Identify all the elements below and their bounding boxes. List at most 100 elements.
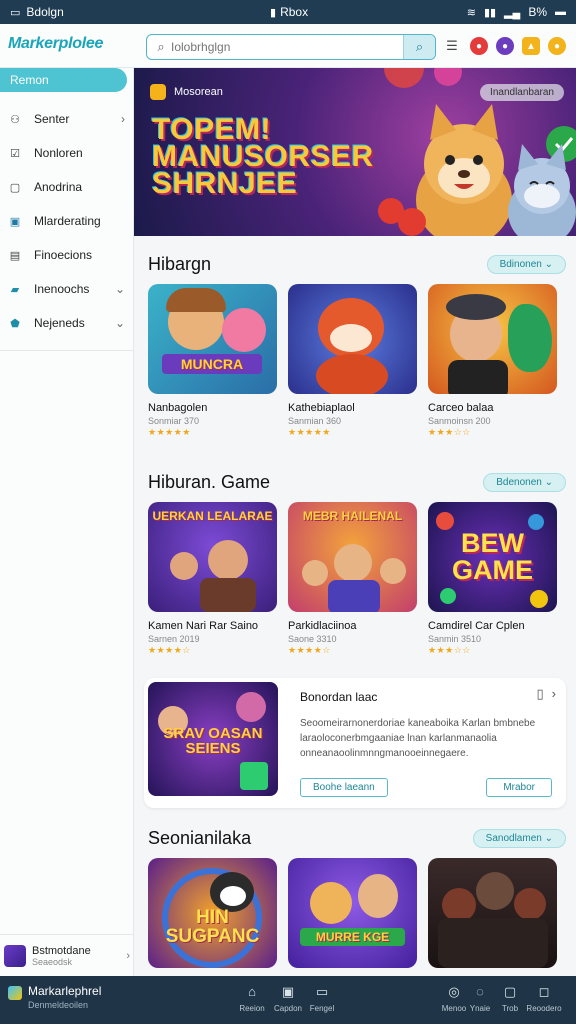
game-subtitle: Sanmoinsn 200 xyxy=(428,416,491,426)
home-icon: ⌂ xyxy=(248,984,256,999)
hero-title: TOPEM! MANUSORSER SHRNJEE xyxy=(152,113,374,200)
cart-icon[interactable]: ▲ xyxy=(522,37,540,55)
game-icon xyxy=(150,84,166,100)
tag-icon: ⬟ xyxy=(10,317,20,330)
see-more-button[interactable]: Sanodlamen ⌄ xyxy=(472,828,566,848)
notification-icon[interactable]: ● xyxy=(470,37,488,55)
sidebar-item-anodrina[interactable]: ▢ Anodrina xyxy=(0,170,133,204)
featured-game-card[interactable]: SRAV OASAN SEIENS Bonordan laac ▯ › Seoo… xyxy=(144,678,566,808)
game-thumbnail: HIN SUGPANC xyxy=(148,858,277,968)
avatar xyxy=(4,944,26,967)
hero-tag-label: Mosorean xyxy=(174,86,223,98)
see-more-label: Sanodlamen xyxy=(485,832,542,844)
document-icon: ▢ xyxy=(9,181,21,194)
bottom-nav-item[interactable]: ▭ Fengel xyxy=(300,985,344,1014)
bottom-nav-label: Fengel xyxy=(309,1004,335,1013)
bottom-nav-item[interactable]: ◻ Reoodero xyxy=(522,984,566,1014)
sidebar-item-nejeneds[interactable]: ⬟ Nejeneds ⌄ xyxy=(0,306,133,340)
grid-menu-icon[interactable]: ☰ xyxy=(442,37,462,55)
game-subtitle: Saone 3310 xyxy=(288,634,337,644)
signal-icon: ▮▮ xyxy=(483,6,497,19)
featured-secondary-button[interactable]: Mrabor xyxy=(486,778,552,797)
bookmark-icon[interactable]: ▯ xyxy=(537,686,544,702)
chevron-right-icon[interactable]: › xyxy=(552,686,556,702)
battery-icon: ▬ xyxy=(555,6,566,18)
search-box[interactable]: ⌕ ⌕ xyxy=(146,34,436,60)
star-rating: ★★★☆☆ xyxy=(428,645,471,655)
bookmark-icon: ▢ xyxy=(503,984,517,999)
game-card[interactable]: BEW GAME Camdirel Car Cplen Sanmin 3510 … xyxy=(428,502,557,656)
game-thumbnail: MUNCRA xyxy=(148,284,277,394)
search-button[interactable]: ⌕ xyxy=(403,35,435,59)
section-title: Hibargn xyxy=(148,253,212,274)
star-rating: ★★★★★ xyxy=(148,427,191,437)
search-button-icon: ⌕ xyxy=(415,39,424,54)
game-thumbnail: MURRE KGE xyxy=(288,858,417,968)
sidebar-item-mlarderating[interactable]: ▣ Mlarderating xyxy=(0,204,133,238)
sidebar-item-active[interactable]: Remon xyxy=(0,68,127,92)
sidebar-item-label: Nejeneds xyxy=(34,316,85,330)
thumbnail-art-text: MURRE KGE xyxy=(300,928,405,946)
game-card[interactable]: HIN SUGPANC xyxy=(148,858,277,976)
sidebar-item-label: Senter xyxy=(34,112,70,126)
search-input[interactable] xyxy=(171,40,403,54)
thumbnail-art-text: UERKAN LEALARAE xyxy=(152,509,273,523)
thumbnail-art-text: MUNCRA xyxy=(162,354,262,374)
sidebar-item-label: Nonloren xyxy=(34,146,83,160)
see-more-label: Bdenonen xyxy=(496,476,542,488)
user-icon[interactable]: ● xyxy=(496,37,514,55)
game-subtitle: Sonmiar 370 xyxy=(148,416,200,426)
status-bar: ▭ Bdolgn ▮ Rbox ≋ ▮▮ ▂▄ B% ▬ xyxy=(0,0,576,24)
app-switch-icon: ▭ xyxy=(10,6,21,19)
chevron-down-icon: ⌄ xyxy=(114,316,125,330)
game-thumbnail: BEW GAME xyxy=(428,502,557,612)
sidebar-item-nonloren[interactable]: ☑ Nonloren xyxy=(0,136,133,170)
game-card[interactable]: MUNCRA Nanbagolen Sonmiar 370 ★★★★★ xyxy=(148,284,277,438)
wifi-icon: ≋ xyxy=(466,6,476,19)
game-subtitle: Sanmin 3510 xyxy=(428,634,482,644)
section-title: Seonianilaka xyxy=(148,827,252,848)
bottom-brand[interactable]: Markarlephrel Denmeldeoilen xyxy=(8,984,101,1010)
app-logo[interactable]: Markerplolee xyxy=(8,35,103,53)
profile-name: Bstmotdane xyxy=(32,944,91,957)
featured-primary-button[interactable]: Boohe laeann xyxy=(300,778,388,797)
status-center-text: Rbox xyxy=(280,5,309,19)
see-more-button[interactable]: Bdinonen ⌄ xyxy=(486,254,566,274)
game-card[interactable]: UERKAN LEALARAE Kamen Nari Rar Saino Sar… xyxy=(148,502,277,656)
featured-description: Seoomeirarnonerdoriae kaneaboika Karlan … xyxy=(300,718,536,759)
sidebar-item-label: Finoecions xyxy=(34,248,93,262)
game-card[interactable] xyxy=(428,858,557,976)
game-card[interactable]: Kathebiaplaol Sanmian 360 ★★★★★ xyxy=(288,284,417,438)
sidebar-profile[interactable]: Bstmotdane Seaeodsk › xyxy=(0,934,134,976)
sidebar-item-finoecions[interactable]: ▤ Finoecions xyxy=(0,238,133,272)
game-card[interactable]: MURRE KGE xyxy=(288,858,417,976)
game-card[interactable]: Carceo balaa Sanmoinsn 200 ★★★☆☆ xyxy=(428,284,557,438)
bottom-nav-label: Capdon xyxy=(273,1004,303,1013)
main-content: Mosorean Inandlanbaran TOPEM! MANUSORSER… xyxy=(134,68,576,976)
bottom-nav-label: Trob xyxy=(501,1004,519,1013)
search-icon: ⌕ xyxy=(157,39,165,54)
top-bar: Markerplolee ⌕ ⌕ ☰ ● ● ▲ ● xyxy=(0,24,576,68)
star-rating: ★★★★☆ xyxy=(288,645,331,655)
thumbnail-art-text: HIN SUGPANC xyxy=(165,907,260,947)
see-more-label: Bdinonen xyxy=(499,258,542,270)
game-title: Parkidlaciinoa xyxy=(288,620,357,632)
hero-banner[interactable]: Mosorean Inandlanbaran TOPEM! MANUSORSER… xyxy=(134,68,576,236)
game-thumbnail xyxy=(288,284,417,394)
sidebar-item-senter[interactable]: ⚇ Senter › xyxy=(0,102,133,136)
status-left-text: Bdolgn xyxy=(26,5,64,19)
profile-sub: Seaeodsk xyxy=(32,956,73,967)
message-icon: ◻ xyxy=(538,984,550,999)
sidebar-item-inenoochs[interactable]: ▰ Inenoochs ⌄ xyxy=(0,272,133,306)
coins-icon[interactable]: ● xyxy=(548,37,566,55)
calendar-icon: ▣ xyxy=(281,984,295,999)
thumbnail-art-text: MEBR HAILENAL xyxy=(302,509,403,523)
game-card[interactable]: MEBR HAILENAL Parkidlaciinoa Saone 3310 … xyxy=(288,502,417,656)
brand-sub: Denmeldeoilen xyxy=(28,1000,89,1010)
finance-icon: ▤ xyxy=(9,249,21,262)
hero-tag: Mosorean xyxy=(150,84,223,100)
section-seonianilaka: Seonianilaka Sanodlamen ⌄ HIN SUGPANC MU… xyxy=(134,818,576,976)
see-more-button[interactable]: Bdenonen ⌄ xyxy=(483,472,566,492)
chevron-down-icon: ⌄ xyxy=(114,282,125,296)
battery-text: B% xyxy=(528,5,547,19)
